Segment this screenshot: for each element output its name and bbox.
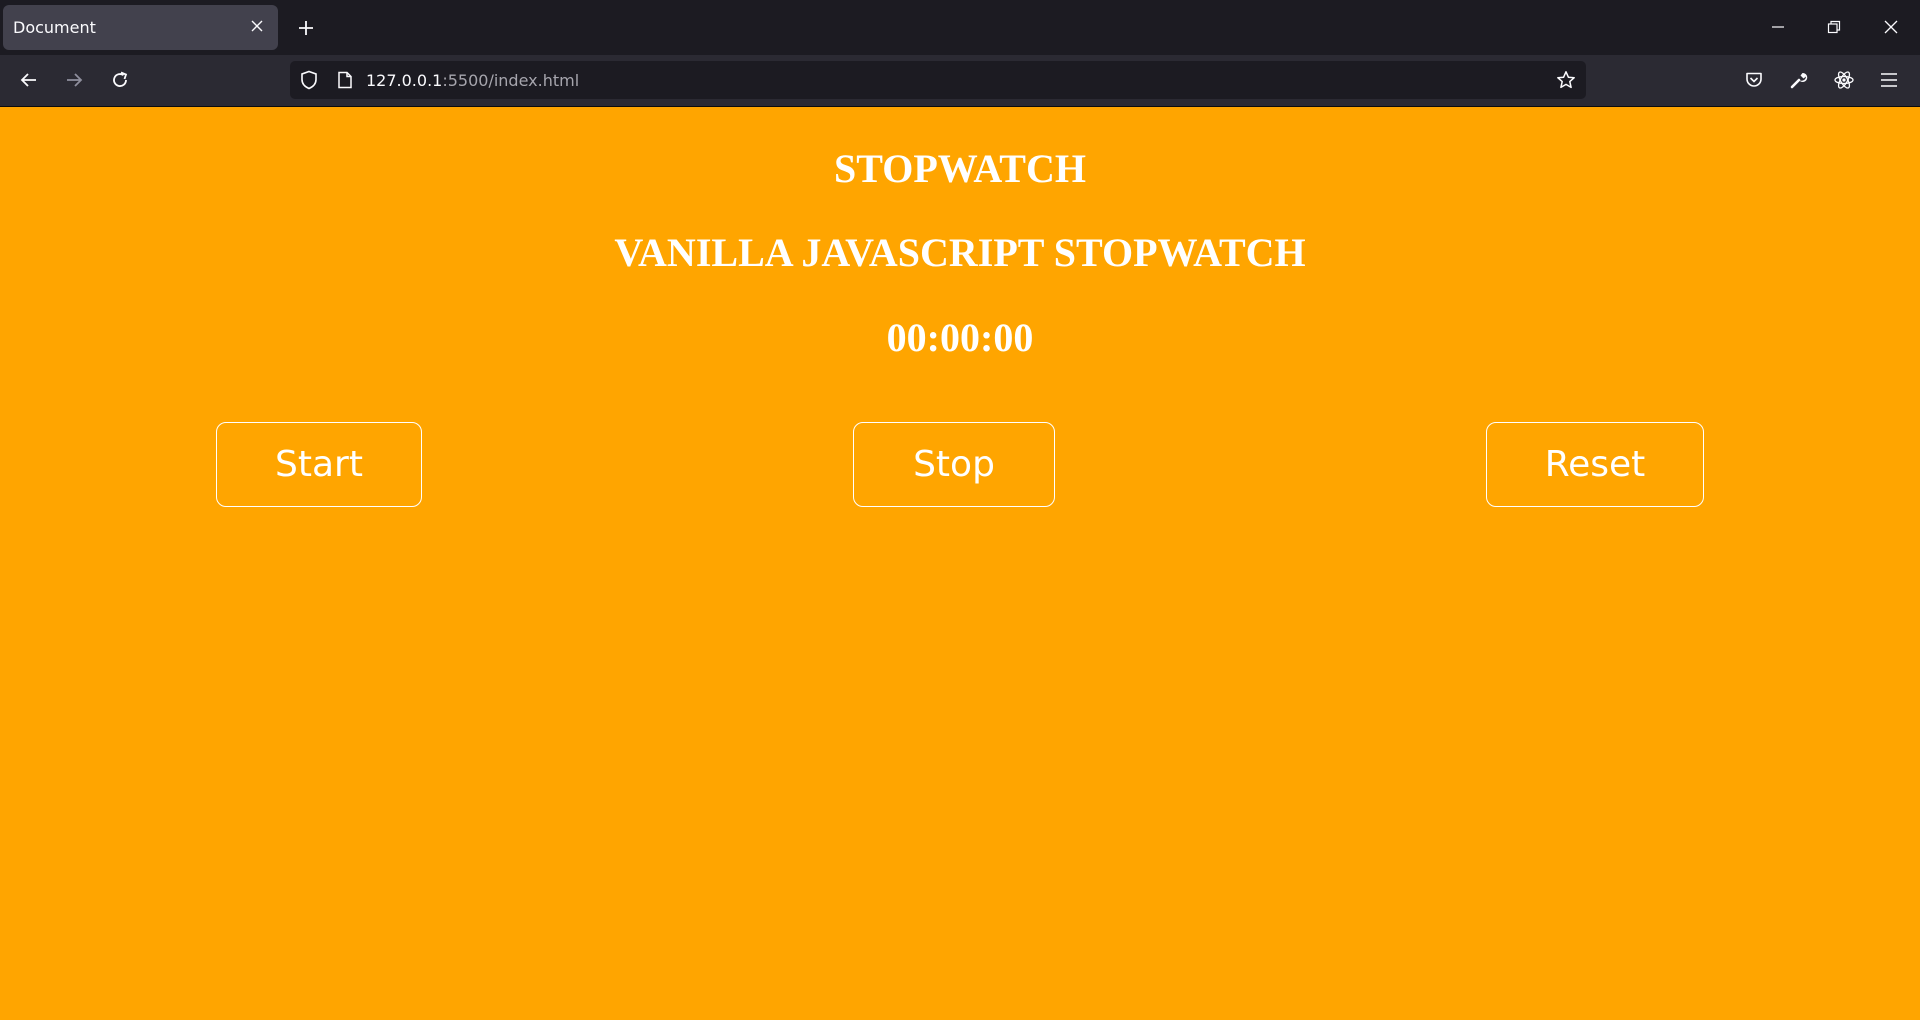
minimize-icon[interactable] <box>1760 10 1796 44</box>
page-content: STOPWATCH VANILLA JAVASCRIPT STOPWATCH 0… <box>0 107 1920 1020</box>
reload-icon[interactable] <box>102 62 138 98</box>
page-icon <box>334 69 356 91</box>
url-bar[interactable]: 127.0.0.1:5500/index.html <box>290 61 1586 99</box>
wrench-icon[interactable] <box>1781 62 1817 98</box>
reset-button[interactable]: Reset <box>1486 422 1704 507</box>
tab-strip: Document <box>0 0 1920 55</box>
url-text[interactable]: 127.0.0.1:5500/index.html <box>366 71 579 90</box>
restore-icon[interactable] <box>1816 10 1852 44</box>
close-icon[interactable] <box>246 15 268 37</box>
browser-tab[interactable]: Document <box>3 5 278 50</box>
shield-icon[interactable] <box>298 69 320 91</box>
page-subtitle: VANILLA JAVASCRIPT STOPWATCH <box>614 230 1306 275</box>
stopwatch-time-display: 00:00:00 <box>886 315 1034 360</box>
forward-icon[interactable] <box>56 62 92 98</box>
close-window-icon[interactable] <box>1873 10 1909 44</box>
star-icon[interactable] <box>1555 69 1577 91</box>
back-icon[interactable] <box>11 62 47 98</box>
url-path: :5500/index.html <box>442 71 580 90</box>
navigation-bar: 127.0.0.1:5500/index.html <box>0 55 1920 106</box>
url-host: 127.0.0.1 <box>366 71 443 90</box>
pocket-icon[interactable] <box>1736 62 1772 98</box>
page-title: STOPWATCH <box>834 146 1086 191</box>
plus-icon[interactable] <box>290 12 322 44</box>
stop-button[interactable]: Stop <box>853 422 1055 507</box>
start-button[interactable]: Start <box>216 422 422 507</box>
tab-title: Document <box>13 18 96 37</box>
menu-icon[interactable] <box>1871 62 1907 98</box>
react-icon[interactable] <box>1826 62 1862 98</box>
